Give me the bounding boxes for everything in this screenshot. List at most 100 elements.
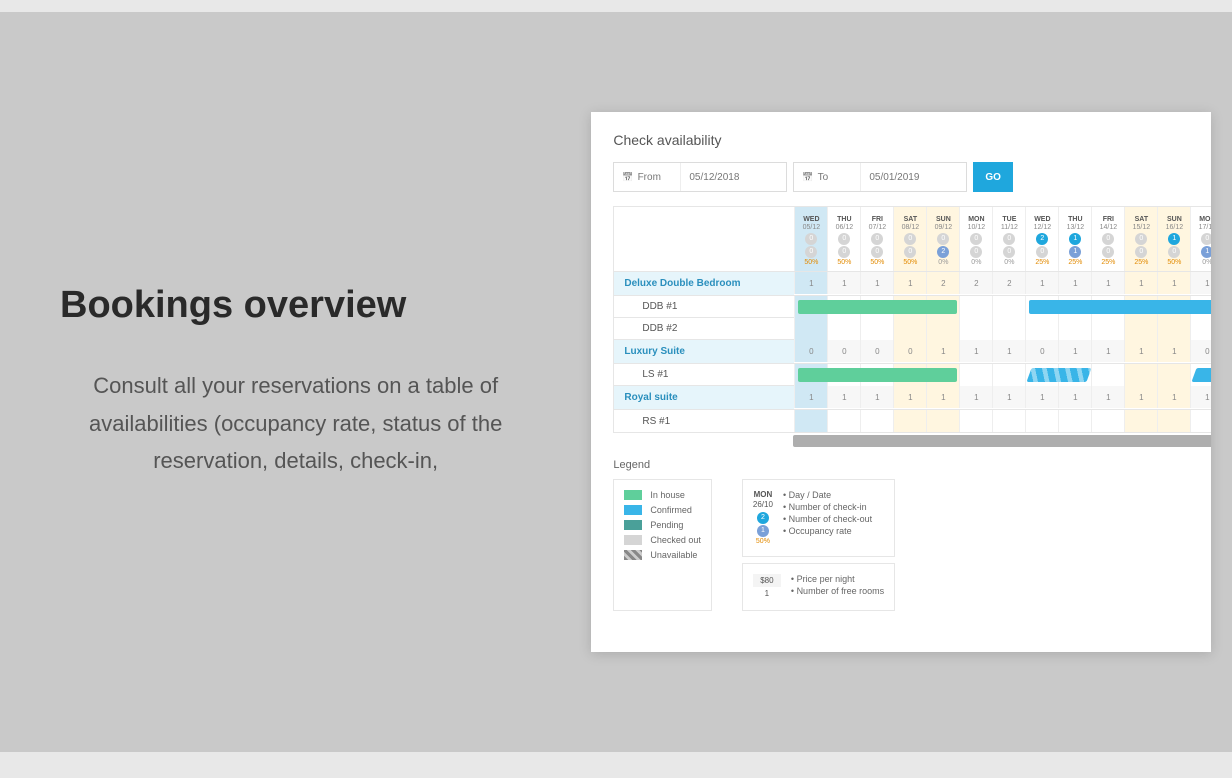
legend: In houseConfirmedPendingChecked outUnava… xyxy=(613,479,1211,611)
availability-cell: 1 xyxy=(860,272,893,294)
room-cell[interactable] xyxy=(959,410,992,432)
date-to-input[interactable]: 05/01/2019 xyxy=(860,163,958,191)
room-cell[interactable] xyxy=(992,296,1025,318)
legend-line: Occupancy rate xyxy=(783,526,872,536)
availability-cell: 1 xyxy=(992,386,1025,408)
day-header[interactable]: WED12/122025% xyxy=(1025,207,1058,271)
page-title: Bookings overview xyxy=(60,284,531,327)
room-cell[interactable] xyxy=(794,410,827,432)
date-from-input[interactable]: 05/12/2018 xyxy=(680,163,778,191)
room-name[interactable]: LS #1 xyxy=(614,364,794,385)
reservation-bar[interactable] xyxy=(1192,368,1212,382)
room-cell[interactable] xyxy=(1091,364,1124,386)
panel-title: Check availability xyxy=(613,132,1211,148)
category-name[interactable]: Royal suite xyxy=(614,386,794,409)
day-header[interactable]: FRI07/120050% xyxy=(860,207,893,271)
availability-cell: 1 xyxy=(1058,272,1091,294)
reservation-bar[interactable] xyxy=(1029,300,1211,314)
legend-item: In house xyxy=(624,490,701,500)
availability-cell: 0 xyxy=(1190,340,1211,362)
availability-cell: 1 xyxy=(1124,386,1157,408)
room-cell[interactable] xyxy=(860,410,893,432)
reservation-bar[interactable] xyxy=(798,368,957,382)
room-cell[interactable] xyxy=(959,296,992,318)
room-cell[interactable] xyxy=(1091,318,1124,340)
day-header[interactable]: SAT08/120050% xyxy=(893,207,926,271)
room-cell[interactable] xyxy=(959,364,992,386)
availability-cell: 1 xyxy=(794,272,827,294)
horizontal-scrollbar[interactable] xyxy=(793,435,1211,447)
category-name[interactable]: Luxury Suite xyxy=(614,340,794,363)
room-cell[interactable] xyxy=(827,318,860,340)
room-cell[interactable] xyxy=(992,410,1025,432)
day-header[interactable]: THU13/121125% xyxy=(1058,207,1091,271)
room-cell[interactable] xyxy=(1190,318,1211,340)
day-header[interactable]: MON10/12000% xyxy=(959,207,992,271)
availability-cell: 1 xyxy=(1091,272,1124,294)
room-cell[interactable] xyxy=(959,318,992,340)
day-header[interactable]: TUE11/12000% xyxy=(992,207,1025,271)
room-cell[interactable] xyxy=(893,410,926,432)
room-name[interactable]: RS #1 xyxy=(614,410,794,432)
legend-item: Pending xyxy=(624,520,701,530)
availability-cell: 0 xyxy=(860,340,893,362)
availability-cell: 0 xyxy=(827,340,860,362)
date-from-field[interactable]: From 05/12/2018 xyxy=(613,162,787,192)
room-cell[interactable] xyxy=(992,318,1025,340)
availability-cell: 0 xyxy=(794,340,827,362)
day-header[interactable]: THU06/120050% xyxy=(827,207,860,271)
reservation-bar[interactable] xyxy=(1027,368,1092,382)
legend-item: Confirmed xyxy=(624,505,701,515)
room-cell[interactable] xyxy=(1025,410,1058,432)
room-cell[interactable] xyxy=(992,364,1025,386)
legend-line: Number of check-out xyxy=(783,514,872,524)
availability-cell: 1 xyxy=(1124,272,1157,294)
room-cell[interactable] xyxy=(1091,410,1124,432)
room-cell[interactable] xyxy=(860,318,893,340)
day-header[interactable]: MON17/12010% xyxy=(1190,207,1211,271)
availability-cell: 1 xyxy=(860,386,893,408)
room-cell[interactable] xyxy=(893,318,926,340)
availability-cell: 1 xyxy=(959,386,992,408)
day-header[interactable]: SUN16/121050% xyxy=(1157,207,1190,271)
room-cell[interactable] xyxy=(1157,410,1190,432)
room-cell[interactable] xyxy=(1124,410,1157,432)
availability-cell: 1 xyxy=(827,386,860,408)
legend-status: In houseConfirmedPendingChecked outUnava… xyxy=(613,479,712,611)
availability-cell: 1 xyxy=(893,272,926,294)
reservation-bar[interactable] xyxy=(798,300,957,314)
room-cell[interactable] xyxy=(1157,318,1190,340)
room-cell[interactable] xyxy=(1124,318,1157,340)
day-header[interactable]: SAT15/120025% xyxy=(1124,207,1157,271)
category-name[interactable]: Deluxe Double Bedroom xyxy=(614,272,794,295)
room-cell[interactable] xyxy=(827,410,860,432)
availability-cell: 1 xyxy=(1025,272,1058,294)
room-cell[interactable] xyxy=(1058,410,1091,432)
room-cell[interactable] xyxy=(1157,364,1190,386)
room-cell[interactable] xyxy=(794,318,827,340)
availability-cell: 1 xyxy=(1058,386,1091,408)
room-cell[interactable] xyxy=(1190,410,1211,432)
availability-cell: 2 xyxy=(959,272,992,294)
room-name[interactable]: DDB #1 xyxy=(614,296,794,317)
availability-cell: 1 xyxy=(1058,340,1091,362)
room-name[interactable]: DDB #2 xyxy=(614,318,794,339)
availability-cell: 0 xyxy=(1025,340,1058,362)
day-header[interactable]: SUN09/12020% xyxy=(926,207,959,271)
date-to-field[interactable]: To 05/01/2019 xyxy=(793,162,967,192)
legend-line: Day / Date xyxy=(783,490,872,500)
day-header[interactable]: WED05/120050% xyxy=(794,207,827,271)
room-cell[interactable] xyxy=(1124,364,1157,386)
go-button[interactable]: GO xyxy=(973,162,1013,192)
room-cell[interactable] xyxy=(1058,318,1091,340)
room-cell[interactable] xyxy=(926,410,959,432)
availability-cell: 1 xyxy=(926,340,959,362)
room-cell[interactable] xyxy=(1025,318,1058,340)
availability-cell: 1 xyxy=(1091,386,1124,408)
day-header[interactable]: FRI14/120025% xyxy=(1091,207,1124,271)
room-cell[interactable] xyxy=(926,318,959,340)
legend-item: Checked out xyxy=(624,535,701,545)
calendar-icon: To xyxy=(802,172,860,183)
legend-sample-header: MON 26/10 2 1 50% xyxy=(753,490,773,546)
calendar-icon: From xyxy=(622,172,680,183)
